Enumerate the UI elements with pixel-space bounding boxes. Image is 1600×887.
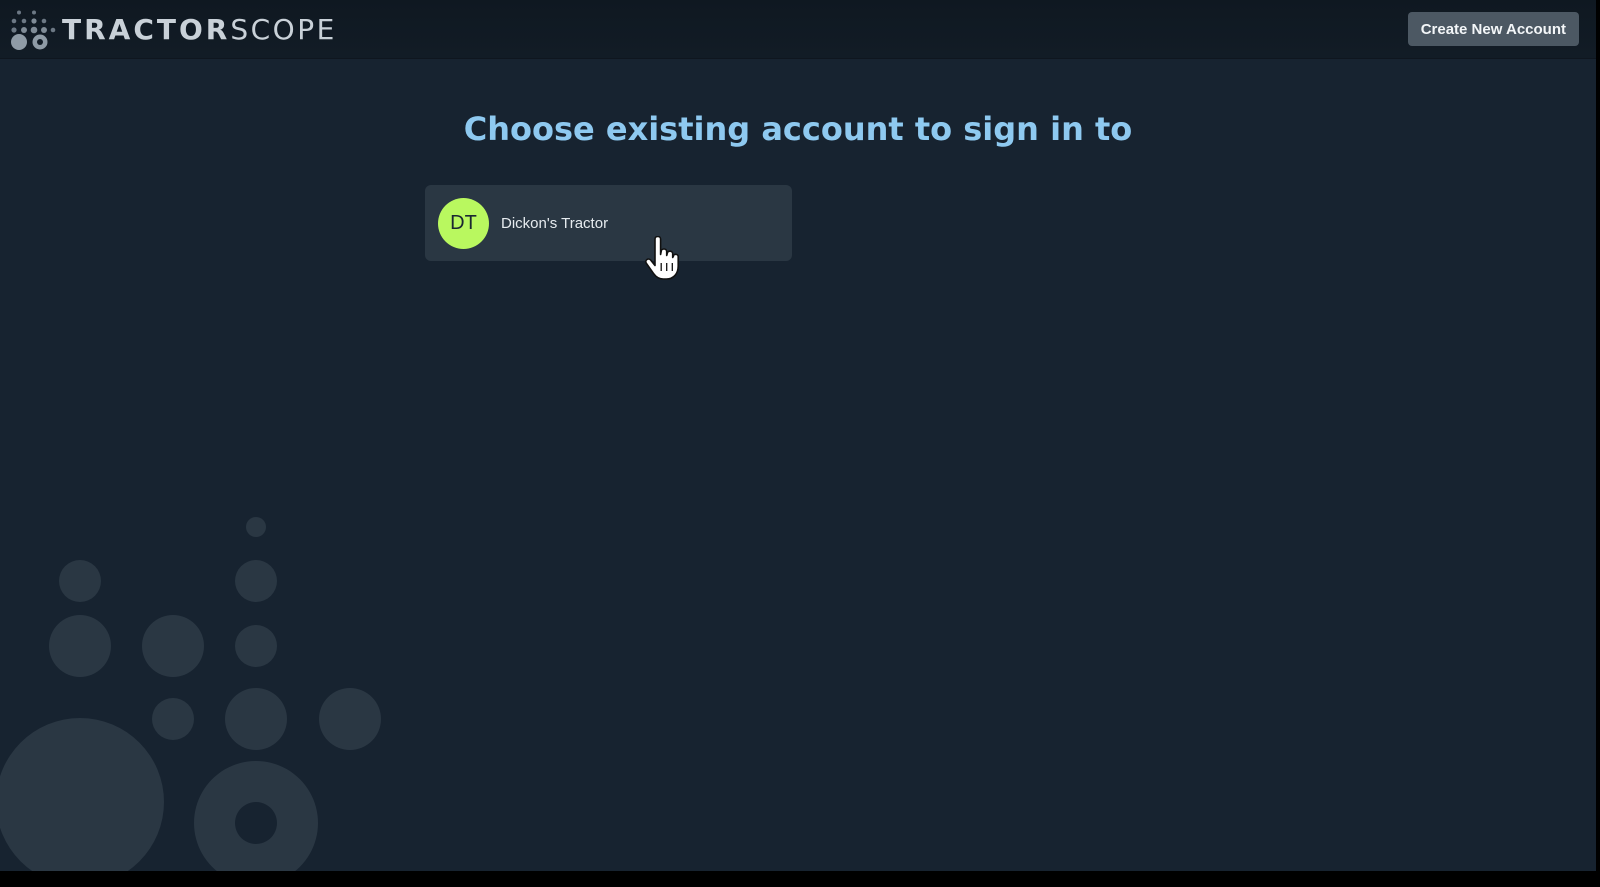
avatar: DT <box>438 197 489 249</box>
window-edge-bottom <box>0 871 1600 887</box>
brand-word-bold: TRACTOR <box>62 13 231 46</box>
app-window: TRACTORSCOPE Create New Account Choose e… <box>0 0 1600 887</box>
brand-word-light: SCOPE <box>230 13 337 46</box>
window-edge-right <box>1596 0 1600 887</box>
dots-cluster-icon <box>11 10 56 50</box>
create-new-account-button[interactable]: Create New Account <box>1407 12 1579 46</box>
page-title: Choose existing account to sign in to <box>463 110 1133 148</box>
decorative-circles-icon <box>0 517 381 886</box>
brand[interactable]: TRACTORSCOPE <box>10 8 337 52</box>
account-card[interactable]: DT Dickon's Tractor <box>425 185 792 261</box>
brand-wordmark: TRACTORSCOPE <box>62 8 337 52</box>
top-bar: TRACTORSCOPE Create New Account <box>0 0 1596 58</box>
account-name: Dickon's Tractor <box>501 214 609 232</box>
